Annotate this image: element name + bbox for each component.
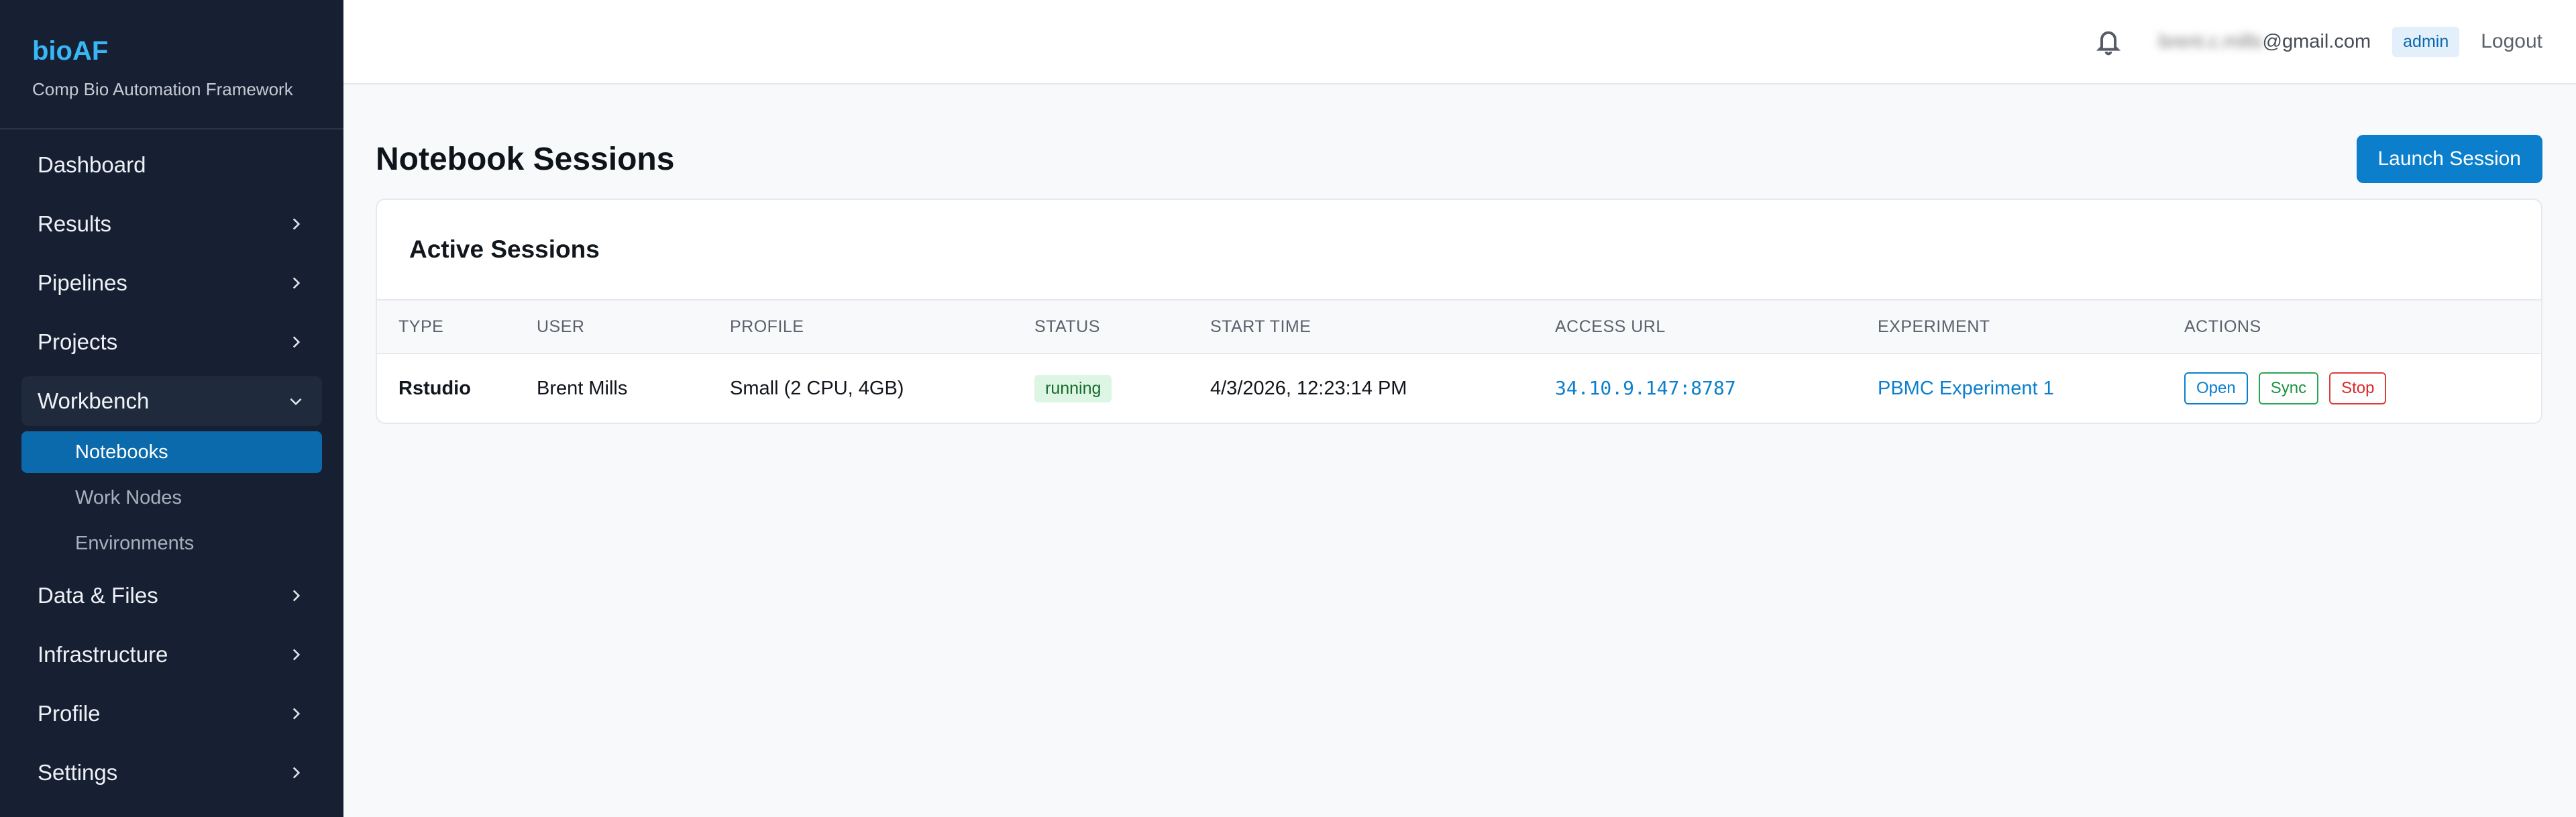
column-header-user: USER bbox=[537, 317, 585, 336]
user-email: brent.c.mills@gmail.com bbox=[2159, 31, 2371, 53]
sidebar-nav: Dashboard Results Pipelines Projects Wor… bbox=[0, 129, 343, 798]
column-header-type: TYPE bbox=[398, 317, 444, 336]
page-title: Notebook Sessions bbox=[376, 141, 675, 177]
sidebar-subitem-work-nodes[interactable]: Work Nodes bbox=[21, 477, 322, 519]
sidebar-item-data-files[interactable]: Data & Files bbox=[21, 571, 322, 620]
sidebar-item-label: Settings bbox=[38, 760, 118, 785]
email-local-part: brent.c.mills bbox=[2158, 30, 2263, 52]
chevron-right-icon bbox=[286, 763, 306, 783]
cell-status: running bbox=[1034, 374, 1210, 402]
sidebar-item-label: Data & Files bbox=[38, 583, 158, 608]
experiment-link[interactable]: PBMC Experiment 1 bbox=[1878, 378, 2054, 399]
brand: bioAF Comp Bio Automation Framework bbox=[0, 0, 343, 129]
cell-user: Brent Mills bbox=[537, 377, 628, 399]
sidebar-item-label: Results bbox=[38, 211, 112, 236]
chevron-right-icon bbox=[286, 645, 306, 665]
sidebar-item-label: Infrastructure bbox=[38, 642, 168, 667]
stop-button[interactable]: Stop bbox=[2329, 372, 2387, 404]
sidebar-item-workbench[interactable]: Workbench bbox=[21, 376, 322, 426]
email-domain: @gmail.com bbox=[2262, 30, 2371, 52]
table-row: Rstudio Brent Mills Small (2 CPU, 4GB) r… bbox=[377, 354, 2541, 423]
sidebar-subitem-environments[interactable]: Environments bbox=[21, 523, 322, 564]
sidebar-item-results[interactable]: Results bbox=[21, 199, 322, 249]
main-content: brent.c.mills@gmail.com admin Logout Not… bbox=[343, 0, 2576, 817]
chevron-right-icon bbox=[286, 214, 306, 234]
cell-type: Rstudio bbox=[398, 377, 471, 399]
topbar: brent.c.mills@gmail.com admin Logout bbox=[343, 0, 2576, 85]
sidebar-item-dashboard[interactable]: Dashboard bbox=[21, 140, 322, 190]
column-header-experiment: EXPERIMENT bbox=[1878, 317, 1990, 336]
sidebar-item-label: Projects bbox=[38, 329, 118, 354]
chevron-down-icon bbox=[286, 391, 306, 411]
sidebar-item-pipelines[interactable]: Pipelines bbox=[21, 258, 322, 308]
sidebar-item-label: Pipelines bbox=[38, 270, 127, 295]
active-sessions-card: Active Sessions TYPE USER PROFILE STATUS… bbox=[376, 199, 2542, 424]
row-actions: Open Sync Stop bbox=[2184, 372, 2541, 404]
sidebar: bioAF Comp Bio Automation Framework Dash… bbox=[0, 0, 343, 817]
chevron-right-icon bbox=[286, 273, 306, 293]
sidebar-item-profile[interactable]: Profile bbox=[21, 689, 322, 739]
sidebar-item-projects[interactable]: Projects bbox=[21, 317, 322, 367]
workbench-subnav: Notebooks Work Nodes Environments bbox=[0, 431, 343, 564]
chevron-right-icon bbox=[286, 704, 306, 724]
cell-experiment: PBMC Experiment 1 bbox=[1878, 378, 2184, 400]
column-header-start-time: START TIME bbox=[1210, 317, 1311, 336]
table-header: TYPE USER PROFILE STATUS START TIME ACCE… bbox=[377, 301, 2541, 354]
access-url-link[interactable]: 34.10.9.147:8787 bbox=[1555, 377, 1736, 399]
column-header-status: STATUS bbox=[1034, 317, 1100, 336]
page-header: Notebook Sessions Launch Session bbox=[343, 85, 2576, 200]
cell-access-url: 34.10.9.147:8787 bbox=[1555, 377, 1878, 400]
column-header-actions: ACTIONS bbox=[2184, 317, 2261, 336]
sidebar-item-label: Dashboard bbox=[38, 152, 146, 177]
bell-icon[interactable] bbox=[2092, 25, 2125, 58]
sidebar-item-label: Profile bbox=[38, 701, 101, 726]
launch-session-button[interactable]: Launch Session bbox=[2356, 135, 2542, 183]
sync-button[interactable]: Sync bbox=[2258, 372, 2319, 404]
open-button[interactable]: Open bbox=[2184, 372, 2248, 404]
column-header-access-url: ACCESS URL bbox=[1555, 317, 1666, 336]
logout-link[interactable]: Logout bbox=[2481, 30, 2542, 53]
cell-actions: Open Sync Stop bbox=[2184, 372, 2541, 404]
chevron-right-icon bbox=[286, 586, 306, 606]
chevron-right-icon bbox=[286, 332, 306, 352]
sidebar-item-settings[interactable]: Settings bbox=[21, 748, 322, 798]
status-badge: running bbox=[1034, 374, 1112, 402]
brand-subtitle: Comp Bio Automation Framework bbox=[32, 79, 293, 99]
card-title: Active Sessions bbox=[377, 200, 2541, 301]
app-root: bioAF Comp Bio Automation Framework Dash… bbox=[0, 0, 2576, 817]
sidebar-subitem-notebooks[interactable]: Notebooks bbox=[21, 431, 322, 473]
cell-profile: Small (2 CPU, 4GB) bbox=[730, 377, 904, 399]
brand-title[interactable]: bioAF bbox=[32, 34, 311, 68]
column-header-profile: PROFILE bbox=[730, 317, 804, 336]
sidebar-item-infrastructure[interactable]: Infrastructure bbox=[21, 630, 322, 679]
role-badge: admin bbox=[2392, 26, 2460, 57]
cell-start-time: 4/3/2026, 12:23:14 PM bbox=[1210, 377, 1407, 399]
sidebar-item-label: Workbench bbox=[38, 388, 150, 413]
